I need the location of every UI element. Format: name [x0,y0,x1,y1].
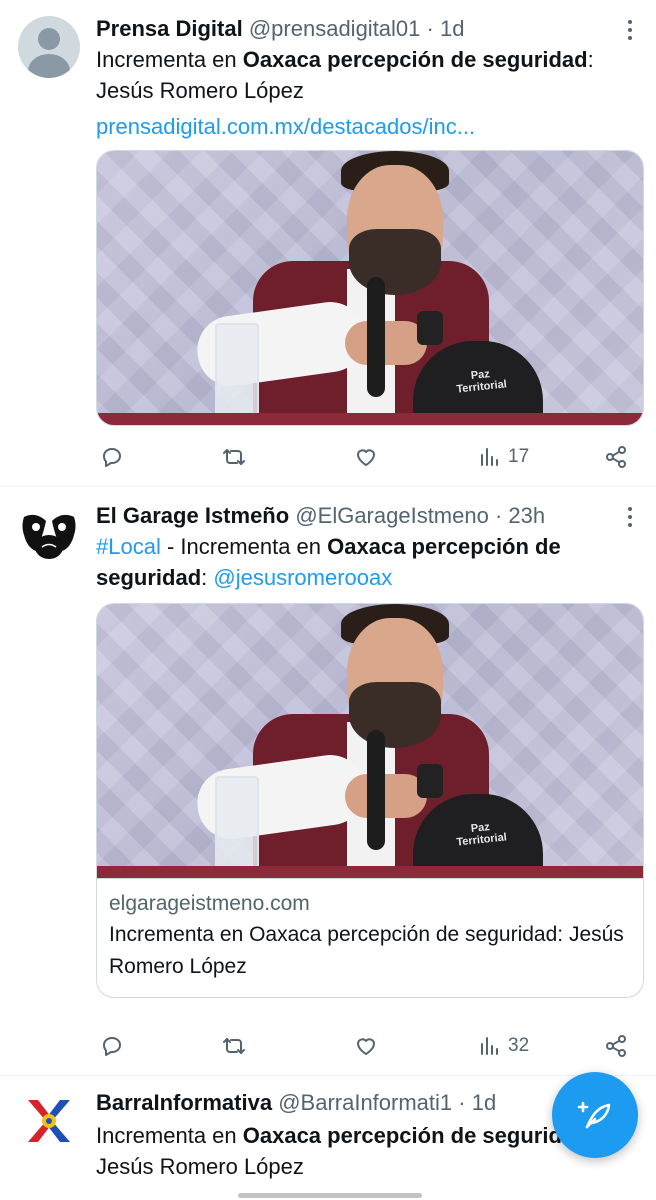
tweet-time[interactable]: 1d [440,16,464,41]
card-title: Incrementa en Oaxaca percepción de segur… [109,923,624,978]
tweet-link[interactable]: prensadigital.com.mx/destacados/inc... [96,111,626,142]
tweet-actions: 32 [96,1031,636,1061]
retweet-button[interactable] [222,1031,246,1061]
author-name[interactable]: Prensa Digital [96,16,243,41]
reply-button[interactable] [100,1031,124,1061]
reply-button[interactable] [100,442,124,472]
tweet-actions: 17 [96,442,636,472]
separator-dot: · [426,16,434,41]
share-button[interactable] [604,442,628,472]
author-handle[interactable]: @prensadigital01 [249,16,421,41]
card-domain: elgarageistmeno.com [109,892,310,915]
tweet-header: BarraInformativa @BarraInformati1 · 1d [96,1088,608,1118]
tweet-prensa-digital[interactable]: Prensa Digital @prensadigital01 · 1d Inc… [0,0,656,486]
retweet-icon [223,1038,245,1054]
tweet-text-bold: Oaxaca percepción de seguridad [242,47,588,72]
share-icon [606,446,626,468]
barra-logo-icon[interactable] [18,1090,80,1152]
tweet-text-bold: Oaxaca percepción de seguridad [242,1123,588,1148]
tweet-text-part: Incrementa en [96,1123,243,1148]
garage-logo-icon[interactable] [18,503,80,565]
default-avatar-icon[interactable] [18,16,80,78]
tweet-time[interactable]: 23h [508,503,545,528]
views-button[interactable]: 17 [478,442,529,472]
link-card[interactable]: Paz Territorial elgarageistmeno.com Incr… [96,603,644,998]
retweet-button[interactable] [222,442,246,472]
tweet-time[interactable]: 1d [472,1090,496,1115]
views-icon [481,448,498,466]
mention-link[interactable]: @jesusromerooax [213,565,392,590]
hashtag-link[interactable]: #Local [96,534,161,559]
author-handle[interactable]: @BarraInformati1 [278,1090,452,1115]
tweet-text-part: : [201,565,214,590]
more-options-icon[interactable] [618,503,642,533]
compose-feather-plus-icon [577,1101,611,1129]
reply-icon [103,1037,121,1056]
tweet-image[interactable]: Paz Territorial [96,150,644,426]
tweet-text-part: - Incrementa en [160,534,328,559]
heart-icon [357,449,375,466]
home-indicator [238,1193,422,1198]
views-button[interactable]: 32 [478,1031,529,1061]
author-handle[interactable]: @ElGarageIstmeno [295,503,489,528]
author-name[interactable]: El Garage Istmeño [96,503,289,528]
like-button[interactable] [354,442,378,472]
photo-speaker[interactable]: Paz Territorial [97,151,643,425]
like-button[interactable] [354,1031,378,1061]
separator-dot: · [494,503,503,528]
author-name[interactable]: BarraInformativa [96,1090,272,1115]
retweet-icon [223,449,245,465]
views-count: 32 [508,1035,530,1056]
tweet-header: El Garage Istmeño @ElGarageIstmeno · 23h [96,501,608,531]
photo-speaker[interactable]: Paz Territorial [97,604,643,878]
tweet-text-part: Incrementa en [96,47,243,72]
share-button[interactable] [604,1031,628,1061]
heart-icon [357,1038,375,1055]
card-body[interactable]: elgarageistmeno.com Incrementa en Oaxaca… [97,878,643,997]
tweet-el-garage[interactable]: El Garage Istmeño @ElGarageIstmeno · 23h… [0,487,656,1075]
more-options-icon[interactable] [618,16,642,46]
compose-button[interactable] [552,1072,638,1158]
tweet-text: Incrementa en Oaxaca percepción de segur… [96,1120,626,1182]
tweet-header: Prensa Digital @prensadigital01 · 1d [96,14,608,44]
share-icon [606,1035,626,1057]
reply-icon [103,448,121,467]
tweet-text: #Local - Incrementa en Oaxaca percepción… [96,531,626,593]
tweet-text: Incrementa en Oaxaca percepción de segur… [96,44,626,106]
separator-dot: · [458,1090,466,1115]
views-count: 17 [508,446,530,467]
views-icon [481,1037,498,1055]
